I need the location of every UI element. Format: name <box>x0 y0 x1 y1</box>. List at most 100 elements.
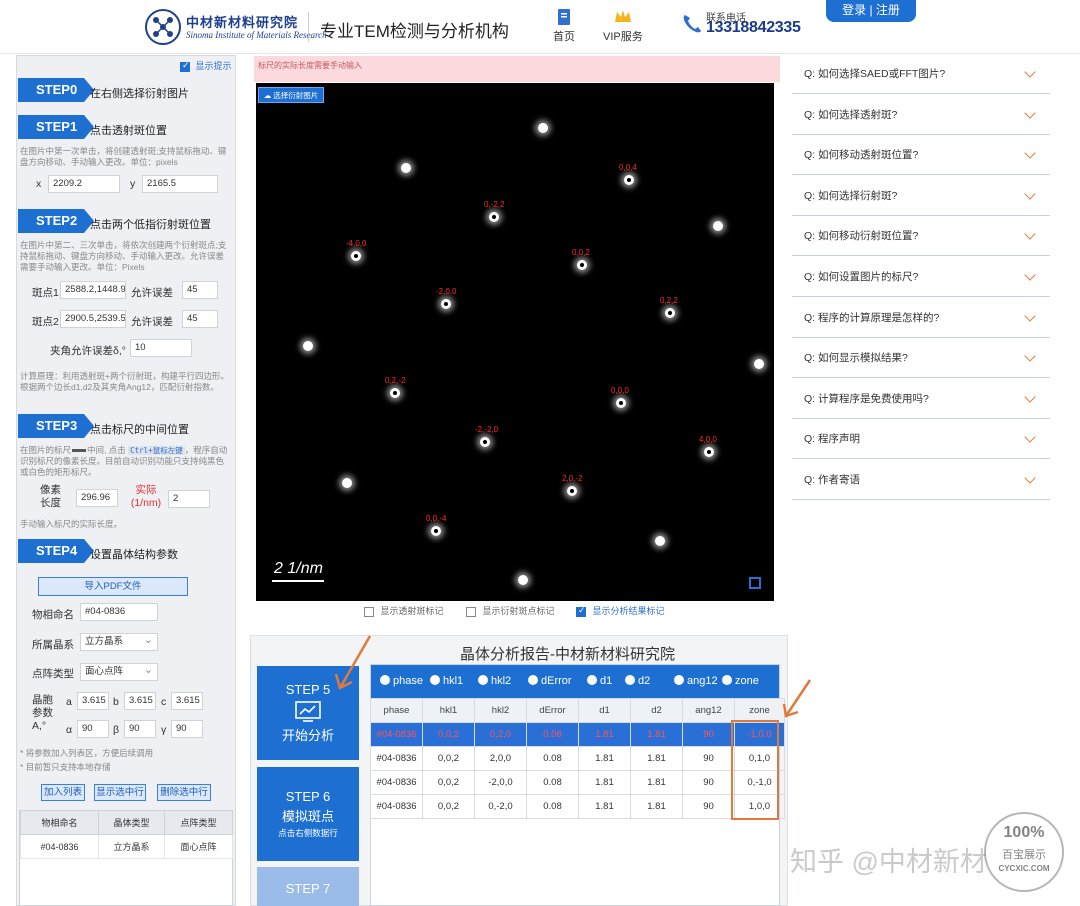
chevron-down-icon[interactable] <box>1024 309 1036 322</box>
table-row[interactable]: #04-0836 0,0,2 2,0,0 0.08 1.81 1.81 90 0,1,0 <box>370 746 785 771</box>
chevron-down-icon[interactable] <box>1024 66 1036 78</box>
marked-diffraction-spot[interactable] <box>616 398 626 408</box>
diffraction-spot[interactable] <box>713 221 723 231</box>
diffraction-spot[interactable] <box>401 163 411 173</box>
radio-icon[interactable] <box>478 675 488 685</box>
opt-transmit-checkbox[interactable] <box>364 606 374 617</box>
phase-name-input[interactable]: #04-0836 <box>80 603 158 621</box>
marked-diffraction-spot[interactable] <box>390 388 400 398</box>
column-filter-dError[interactable]: dError <box>528 665 572 698</box>
chevron-down-icon[interactable] <box>1024 431 1036 444</box>
opt-result[interactable]: 显示分析结果标记 <box>576 604 665 617</box>
chevron-down-icon[interactable] <box>1024 472 1036 484</box>
marked-diffraction-spot[interactable] <box>431 526 441 536</box>
lattice-b-input[interactable]: 3.615 <box>124 692 156 710</box>
marked-diffraction-spot[interactable] <box>489 212 499 222</box>
show-selected-button[interactable]: 显示选中行 <box>94 784 146 801</box>
delete-selected-button[interactable]: 删除选中行 <box>157 784 211 801</box>
login-link[interactable]: 登录 <box>842 3 866 17</box>
table-row[interactable]: #04-0836 0,0,2 0,2,0 0.08 1.81 1.81 90 -1,0,0 <box>370 722 785 747</box>
institute-logo-icon[interactable] <box>144 8 182 46</box>
spot2-input[interactable]: 2900.5,2539.5 <box>60 310 126 328</box>
beta-input[interactable]: 90 <box>124 720 156 738</box>
chevron-down-icon[interactable] <box>1024 350 1036 362</box>
table-header-d2[interactable]: d2 <box>630 698 683 723</box>
faq-item[interactable]: Q: 如何移动透射斑位置? <box>792 135 1050 176</box>
column-filter-phase[interactable]: phase <box>380 665 423 698</box>
radio-icon[interactable] <box>587 675 597 685</box>
column-filter-ang12[interactable]: ang12 <box>674 665 718 698</box>
faq-item[interactable]: Q: 作者寄语 <box>792 460 1050 500</box>
spot1-tol-input[interactable]: 45 <box>182 281 218 299</box>
chevron-down-icon[interactable] <box>1024 106 1036 119</box>
radio-icon[interactable] <box>625 675 635 685</box>
chevron-down-icon[interactable] <box>1024 188 1036 200</box>
add-to-list-button[interactable]: 加入列表 <box>41 784 85 801</box>
table-row[interactable]: #04-0836 0,0,2 -2,0,0 0.08 1.81 1.81 90 0,-1,0 <box>370 770 785 795</box>
simulate-spots-button[interactable]: STEP 6 模拟斑点 点击右侧数据行 <box>257 767 359 861</box>
table-header-dError[interactable]: dError <box>526 698 579 723</box>
faq-item[interactable]: Q: 如何选择SAED或FFT图片? <box>792 54 1050 94</box>
table-header-d1[interactable]: d1 <box>578 698 631 723</box>
lattice-c-input[interactable]: 3.615 <box>171 692 203 710</box>
real-length-input[interactable]: 2 <box>168 490 210 508</box>
faq-item[interactable]: Q: 如何设置图片的标尺? <box>792 257 1050 297</box>
spot1-input[interactable]: 2588.2,1448.9 <box>60 281 126 299</box>
fullscreen-icon[interactable] <box>749 577 761 589</box>
alpha-input[interactable]: 90 <box>77 720 109 738</box>
diffraction-image[interactable] <box>256 83 774 601</box>
column-filter-d2[interactable]: d2 <box>625 665 650 698</box>
chevron-down-icon[interactable] <box>1024 269 1036 281</box>
faq-item[interactable]: Q: 如何选择透射斑? <box>792 95 1050 135</box>
radio-icon[interactable] <box>380 675 390 685</box>
radio-icon[interactable] <box>722 675 732 685</box>
nav-home[interactable]: 首页 <box>553 8 575 44</box>
radio-icon[interactable] <box>528 675 538 685</box>
faq-item[interactable]: Q: 程序的计算原理是怎样的? <box>792 298 1050 338</box>
opt-transmit[interactable]: 显示透射斑标记 <box>364 604 444 617</box>
lattice-type-select[interactable]: 面心点阵 <box>80 662 158 681</box>
diffraction-spot[interactable] <box>518 575 528 585</box>
phone-number[interactable]: 13318842335 <box>706 19 801 37</box>
table-header-hkl2[interactable]: hkl2 <box>474 698 527 723</box>
column-filter-hkl1[interactable]: hkl1 <box>430 665 463 698</box>
table-header-hkl1[interactable]: hkl1 <box>422 698 475 723</box>
chevron-down-icon[interactable] <box>1024 391 1036 403</box>
show-hint-toggle[interactable]: 显示提示 <box>180 59 232 72</box>
column-filter-zone[interactable]: zone <box>722 665 759 698</box>
angle-tol-input[interactable]: 10 <box>130 339 192 357</box>
marked-diffraction-spot[interactable] <box>704 447 714 457</box>
faq-item[interactable]: Q: 程序声明 <box>792 419 1050 460</box>
crystal-system-select[interactable]: 立方晶系 <box>80 632 158 651</box>
marked-diffraction-spot[interactable] <box>624 175 634 185</box>
table-row[interactable]: #04-0836 0,0,2 0,-2,0 0.08 1.81 1.81 90 1,0,0 <box>370 794 785 819</box>
import-pdf-button[interactable]: 导入PDF文件 <box>38 577 188 596</box>
select-image-button[interactable]: ☁ 选择衍射图片 <box>258 87 324 103</box>
scale-bar[interactable] <box>272 580 324 582</box>
diffraction-spot[interactable] <box>538 123 548 133</box>
marked-diffraction-spot[interactable] <box>577 260 587 270</box>
column-filter-d1[interactable]: d1 <box>587 665 612 698</box>
transmit-y-input[interactable]: 2165.5 <box>142 175 218 193</box>
opt-diffract-checkbox[interactable] <box>466 606 476 617</box>
diffraction-spot[interactable] <box>655 536 665 546</box>
step7-button[interactable]: STEP 7 <box>257 867 359 906</box>
faq-item[interactable]: Q: 如何显示模拟结果? <box>792 338 1050 379</box>
table-header-phase[interactable]: phase <box>370 698 423 723</box>
transmit-x-input[interactable]: 2209.2 <box>48 175 120 193</box>
diffraction-spot[interactable] <box>754 359 764 369</box>
marked-diffraction-spot[interactable] <box>441 299 451 309</box>
table-header-ang12[interactable]: ang12 <box>682 698 735 723</box>
radio-icon[interactable] <box>674 675 684 685</box>
chevron-down-icon[interactable] <box>1024 228 1036 241</box>
column-filter-hkl2[interactable]: hkl2 <box>478 665 511 698</box>
table-header-zone[interactable]: zone <box>734 698 785 723</box>
chevron-down-icon[interactable] <box>1024 147 1036 159</box>
faq-item[interactable]: Q: 如何移动衍射斑位置? <box>792 216 1050 257</box>
marked-diffraction-spot[interactable] <box>567 486 577 496</box>
register-link[interactable]: 注册 <box>876 3 900 17</box>
gamma-input[interactable]: 90 <box>171 720 203 738</box>
spot2-tol-input[interactable]: 45 <box>182 310 218 328</box>
lattice-a-input[interactable]: 3.615 <box>77 692 109 710</box>
marked-diffraction-spot[interactable] <box>665 308 675 318</box>
